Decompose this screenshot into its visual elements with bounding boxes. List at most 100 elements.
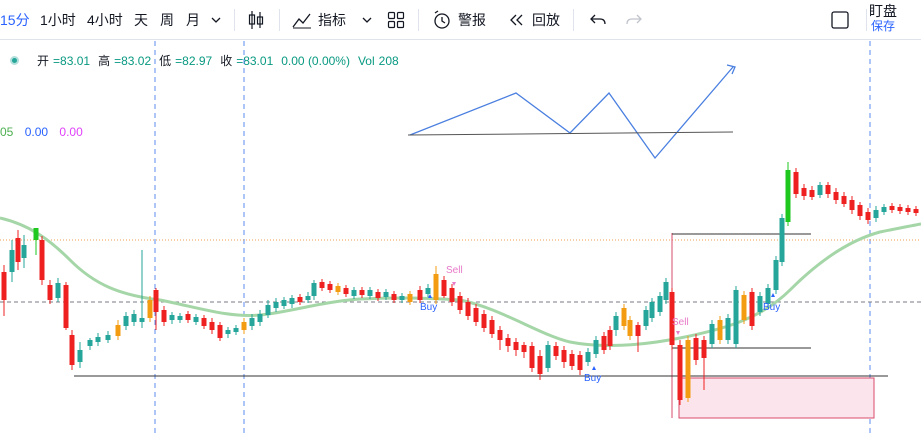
candle-body (621, 308, 627, 326)
candle-body (77, 350, 83, 362)
candle-body (305, 296, 311, 300)
candle-body (505, 338, 511, 346)
candle-body (865, 212, 871, 220)
candle-body (693, 338, 699, 360)
candle-body (677, 345, 683, 400)
candle-body (521, 345, 527, 352)
candle-body (327, 284, 333, 290)
candle-body (733, 290, 739, 344)
candle-body (649, 302, 655, 318)
candle-body (473, 308, 479, 322)
candle-body (9, 250, 15, 272)
candle-body (773, 260, 779, 290)
candle-body (335, 286, 341, 292)
sell-marker-icon (676, 331, 680, 335)
candle-body (481, 314, 487, 328)
candle-body (913, 209, 919, 213)
sell-signal-label: Sell (446, 265, 463, 276)
candle-body (383, 292, 389, 297)
candle-body (351, 290, 357, 296)
candle-body (465, 302, 471, 316)
candle-body (319, 282, 325, 288)
sell-signal-label: Sell (672, 317, 689, 328)
candle-body (809, 190, 815, 197)
candle-body (249, 318, 255, 326)
candle-body (289, 298, 295, 304)
buy-marker-icon (428, 294, 432, 298)
buy-signal-label: Buy (420, 302, 437, 313)
buy-marker-icon (771, 293, 775, 297)
candle-body (717, 320, 723, 340)
candle-body (391, 294, 397, 300)
candle-body (725, 318, 731, 340)
candle-body (601, 336, 607, 350)
candle-body (47, 285, 53, 300)
candle-body (881, 207, 887, 212)
candle-body (209, 322, 215, 330)
buy-signal-label: Buy (584, 373, 601, 384)
candle-body (441, 280, 447, 296)
candle-body (593, 340, 599, 354)
candle-body (33, 228, 39, 240)
candle-body (257, 314, 263, 322)
candle-body (709, 324, 715, 344)
candle-body (147, 300, 153, 318)
candle-body (177, 316, 183, 320)
candle-body (281, 300, 287, 306)
buy-signal-label: Buy (763, 302, 780, 313)
candle-body (407, 294, 413, 302)
candle-body (513, 342, 519, 350)
candle-body (897, 207, 903, 211)
candle-body (537, 356, 543, 374)
candle-body (105, 335, 111, 340)
candle-body (15, 238, 21, 262)
candle-body (241, 322, 247, 330)
candle-body (217, 325, 223, 338)
candle-body (449, 288, 455, 302)
candle-body (857, 205, 863, 216)
candle-body (817, 185, 823, 195)
candle-body (153, 290, 159, 312)
zone-box[interactable] (678, 377, 875, 419)
candle-body (749, 292, 755, 326)
candle-body (139, 318, 145, 322)
pattern-drawing[interactable] (409, 66, 734, 160)
candle-body (1, 272, 7, 300)
candle-body (663, 282, 669, 300)
price-chart[interactable]: Sell Buy Buy Sell Buy (0, 0, 921, 435)
candle-body (39, 240, 45, 280)
candle-body (545, 345, 551, 368)
candle-body (741, 295, 747, 320)
candle-body (841, 196, 847, 204)
candle-body (613, 316, 619, 330)
candlesticks (1, 162, 919, 405)
candle-body (399, 296, 405, 300)
candle-body (569, 354, 575, 366)
candle-body (685, 340, 691, 398)
candle-body (757, 296, 763, 312)
candle-body (425, 288, 431, 294)
candle-body (63, 285, 69, 328)
candle-body (115, 325, 121, 336)
candle-body (69, 335, 75, 365)
candle-body (779, 218, 785, 262)
candle-body (801, 188, 807, 196)
candle-body (417, 290, 423, 300)
candle-body (311, 283, 317, 296)
candle-body (185, 314, 191, 320)
candle-body (643, 310, 649, 326)
candle-body (635, 325, 641, 336)
candle-body (95, 337, 101, 342)
candle-body (561, 350, 567, 362)
candle-body (825, 185, 831, 194)
candle-body (627, 320, 633, 336)
candle-body (343, 288, 349, 294)
candle-body (529, 346, 535, 368)
candle-body (225, 330, 231, 334)
candle-body (553, 346, 559, 356)
candle-body (585, 352, 591, 362)
candle-body (201, 318, 207, 326)
candle-body (497, 330, 503, 340)
candle-body (457, 296, 463, 310)
candle-body (657, 296, 663, 312)
